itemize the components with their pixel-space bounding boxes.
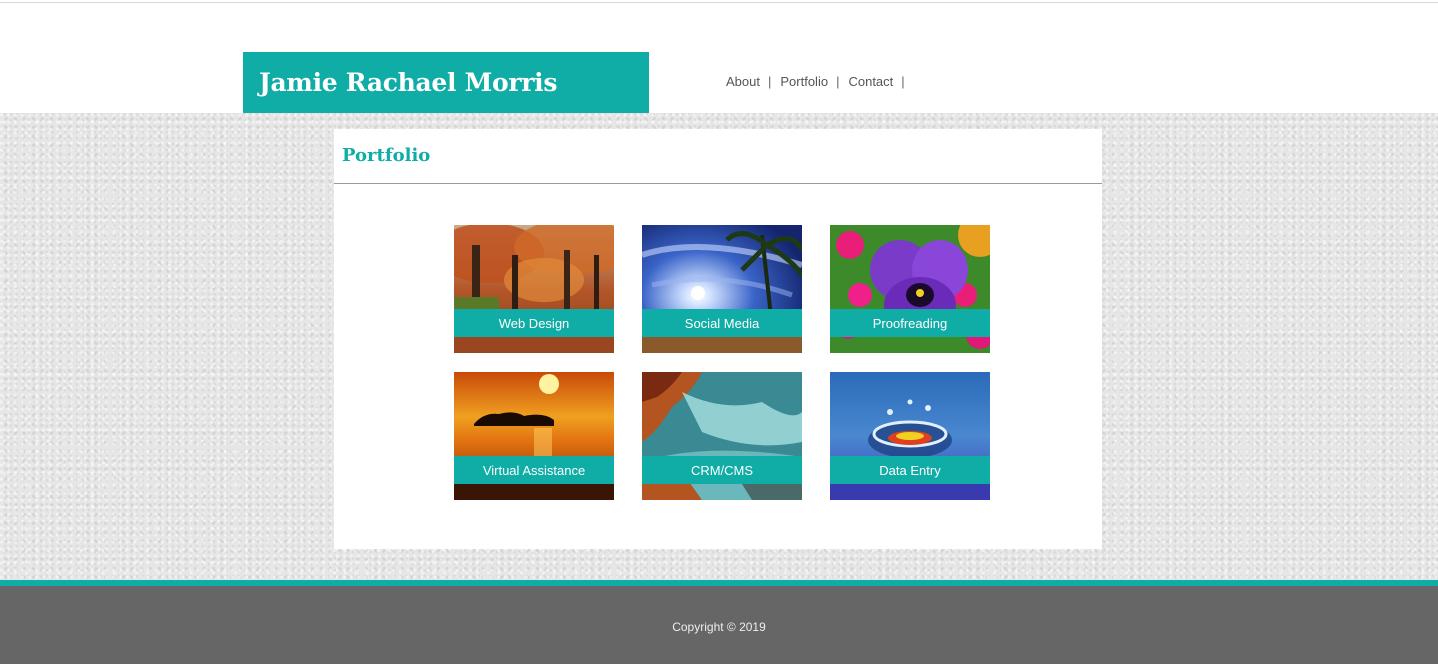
nav-separator: |	[836, 74, 840, 89]
heading-divider	[334, 183, 1102, 184]
tile-label: Social Media	[642, 309, 802, 337]
portfolio-panel: Portfolio Web Design Social Media Proofr…	[334, 129, 1102, 549]
portfolio-tile-data-entry[interactable]: Data Entry	[830, 372, 990, 500]
nav-separator: |	[901, 74, 905, 89]
tile-label: Data Entry	[830, 456, 990, 484]
nav-contact-link[interactable]: Contact	[848, 74, 893, 89]
portfolio-tile-web-design[interactable]: Web Design	[454, 225, 614, 353]
portfolio-tile-virtual-assistance[interactable]: Virtual Assistance	[454, 372, 614, 500]
nav-portfolio-link[interactable]: Portfolio	[780, 74, 828, 89]
site-title[interactable]: Jamie Rachael Morris	[259, 68, 557, 97]
tile-label: Web Design	[454, 309, 614, 337]
tile-label: CRM/CMS	[642, 456, 802, 484]
portfolio-tile-proofreading[interactable]: Proofreading	[830, 225, 990, 353]
site-footer: Copyright © 2019	[0, 586, 1438, 664]
site-header: Jamie Rachael Morris About | Portfolio |…	[0, 0, 1438, 113]
copyright-text: Copyright © 2019	[672, 620, 766, 634]
tile-label: Proofreading	[830, 309, 990, 337]
top-divider	[0, 2, 1438, 3]
portfolio-tile-crm-cms[interactable]: CRM/CMS	[642, 372, 802, 500]
page-title: Portfolio	[342, 145, 431, 166]
tile-label: Virtual Assistance	[454, 456, 614, 484]
nav-separator: |	[767, 74, 772, 89]
main-nav: About | Portfolio | Contact |	[726, 74, 914, 89]
portfolio-tile-social-media[interactable]: Social Media	[642, 225, 802, 353]
site-logo[interactable]: Jamie Rachael Morris	[243, 52, 649, 113]
nav-about-link[interactable]: About	[726, 74, 760, 89]
